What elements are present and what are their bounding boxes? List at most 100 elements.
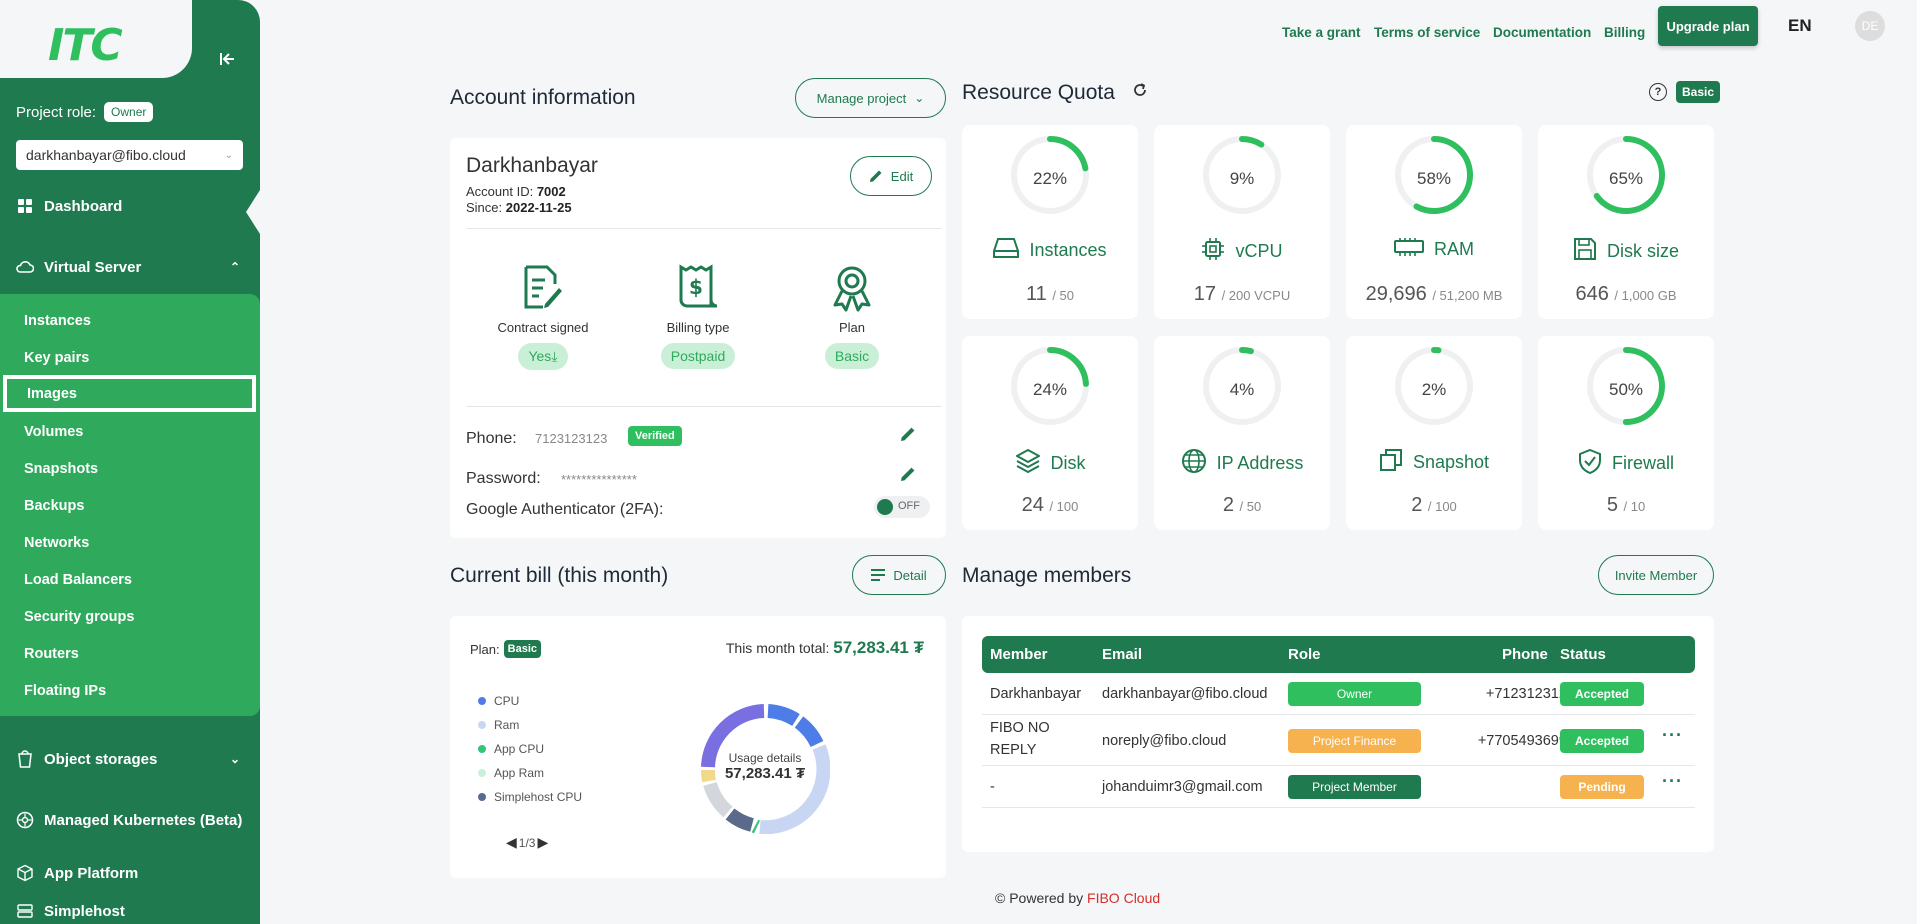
manage-project-button[interactable]: Manage project ⌄	[795, 78, 946, 118]
nav-object-storages[interactable]: Object storages ⌄	[0, 739, 260, 779]
quota-limit: / 10	[1623, 499, 1646, 514]
pager-prev-icon[interactable]: ◀	[506, 834, 517, 851]
chevron-down-icon: ⌄	[914, 91, 925, 105]
sidebar-item-routers[interactable]: Routers	[0, 635, 260, 672]
sidebar-item-floating-ips[interactable]: Floating IPs	[0, 672, 260, 709]
avatar[interactable]: DE	[1855, 11, 1885, 41]
quota-percent: 2%	[1421, 380, 1447, 399]
legend-item[interactable]: App Ram	[478, 766, 544, 780]
edit-password-button[interactable]	[900, 466, 924, 490]
quota-name-label: Firewall	[1611, 453, 1674, 473]
plan-label: Plan	[838, 320, 866, 335]
quota-used: 11	[1025, 283, 1047, 305]
sidebar-item-key-pairs[interactable]: Key pairs	[0, 339, 260, 376]
help-icon[interactable]: ?	[1649, 83, 1667, 101]
topnav-take-grant[interactable]: Take a grant	[1282, 18, 1361, 46]
divider	[466, 228, 942, 229]
upgrade-plan-button[interactable]: Upgrade plan	[1658, 6, 1758, 46]
quota-name: Disk size	[1538, 237, 1714, 266]
col-status: Status	[1560, 646, 1606, 663]
sidebar-item-images[interactable]: Images	[3, 375, 256, 412]
active-indicator	[246, 190, 260, 234]
table-row: -johanduimr3@gmail.comProject Member-Pen…	[982, 766, 1695, 808]
pager-next-icon[interactable]: ▶	[537, 834, 548, 851]
chevron-down-icon: ⌄	[229, 752, 240, 766]
account-id-value: 7002	[536, 184, 566, 199]
quota-name: IP Address	[1154, 448, 1330, 479]
refresh-quota-button[interactable]	[1132, 82, 1152, 102]
quota-card-instances[interactable]: 22% Instances 11 / 50	[962, 125, 1138, 319]
collapse-sidebar-button[interactable]	[212, 44, 242, 74]
quota-limit: / 100	[1427, 499, 1457, 514]
nav-virtual-server[interactable]: Virtual Server ⌃	[0, 247, 260, 287]
footer-prefix: © Powered by	[995, 890, 1084, 906]
twofa-toggle[interactable]: OFF	[874, 496, 930, 518]
legend-dot	[478, 793, 486, 801]
status-badge: Accepted	[1560, 682, 1644, 706]
brand-logo[interactable]: ITC	[48, 20, 123, 71]
bill-plan-badge: Basic	[503, 640, 541, 658]
contract-signed-pill[interactable]: Yes⤓	[518, 343, 568, 370]
edit-account-button[interactable]: Edit	[850, 156, 932, 196]
sidebar-item-volumes[interactable]: Volumes	[0, 413, 260, 450]
quota-name-label: IP Address	[1216, 453, 1304, 473]
donut-segment	[767, 704, 800, 727]
quota-used: 2	[1222, 494, 1234, 516]
quota-name: Instances	[962, 237, 1138, 264]
nav-virtual-server-label: Virtual Server	[44, 258, 142, 276]
legend-item[interactable]: App CPU	[478, 742, 544, 756]
memory-icon	[1394, 237, 1424, 262]
sidebar-item-security-groups[interactable]: Security groups	[0, 598, 260, 635]
edit-phone-button[interactable]	[900, 426, 924, 450]
topnav-terms[interactable]: Terms of service	[1374, 18, 1480, 46]
more-options-icon[interactable]: ···	[1662, 771, 1683, 792]
member-email: noreply@fibo.cloud	[1102, 732, 1227, 749]
pencil-icon	[901, 467, 915, 481]
quota-card-disk[interactable]: 24% Disk 24 / 100	[962, 336, 1138, 530]
nav-simplehost[interactable]: Simplehost	[0, 903, 260, 924]
quota-card-ip-address[interactable]: 4% IP Address 2 / 50	[1154, 336, 1330, 530]
topnav-documentation[interactable]: Documentation	[1493, 18, 1591, 46]
nav-app-platform[interactable]: App Platform	[0, 853, 260, 893]
quota-usage: 29,696 / 51,200 MB	[1346, 283, 1522, 306]
sidebar-item-snapshots[interactable]: Snapshots	[0, 450, 260, 487]
quota-card-vcpu[interactable]: 9% vCPU 17 / 200 VCPU	[1154, 125, 1330, 319]
kubernetes-icon	[16, 811, 34, 829]
quota-name: Disk	[962, 448, 1138, 479]
quota-name: RAM	[1346, 237, 1522, 262]
account-name: Darkhanbayar	[466, 154, 598, 177]
legend-dot	[478, 697, 486, 705]
usage-donut[interactable]: Usage details 57,283.41 ₮	[700, 704, 830, 834]
legend-dot	[478, 721, 486, 729]
legend-item[interactable]: CPU	[478, 694, 519, 708]
account-select[interactable]: darkhanbayar@fibo.cloud ⌄	[16, 140, 243, 170]
donut-segment	[794, 716, 824, 748]
nav-dashboard[interactable]: Dashboard	[0, 186, 260, 226]
legend-item[interactable]: Ram	[478, 718, 519, 732]
more-options-icon[interactable]: ···	[1662, 725, 1683, 746]
toggle-knob	[877, 499, 893, 515]
plan-value: Basic	[824, 343, 880, 369]
bill-detail-button[interactable]: Detail	[852, 555, 946, 595]
quota-card-disk-size[interactable]: 65% Disk size 646 / 1,000 GB	[1538, 125, 1714, 319]
sidebar-item-instances[interactable]: Instances	[0, 302, 260, 339]
billing-type-label: Billing type	[666, 320, 730, 335]
quota-card-snapshot[interactable]: 2% Snapshot 2 / 100	[1346, 336, 1522, 530]
quota-card-ram[interactable]: 58% RAM 29,696 / 51,200 MB	[1346, 125, 1522, 319]
quota-limit: / 50	[1052, 288, 1074, 303]
topnav-billing[interactable]: Billing	[1604, 18, 1645, 46]
nav-managed-kubernetes[interactable]: Managed Kubernetes (Beta)	[0, 800, 260, 840]
footer-brand-link[interactable]: FIBO Cloud	[1087, 890, 1160, 906]
quota-card-firewall[interactable]: 50% Firewall 5 / 10	[1538, 336, 1714, 530]
sidebar-item-load-balancers[interactable]: Load Balancers	[0, 561, 260, 598]
quota-usage: 11 / 50	[962, 283, 1138, 306]
quota-name-label: Disk	[1050, 453, 1086, 473]
quota-limit: / 100	[1049, 499, 1079, 514]
invite-member-button[interactable]: Invite Member	[1598, 555, 1714, 595]
phone-value: 7123123123	[535, 431, 608, 446]
floppy-disk-icon	[1573, 237, 1597, 266]
language-switcher[interactable]: EN	[1788, 16, 1812, 36]
sidebar-item-backups[interactable]: Backups	[0, 487, 260, 524]
legend-item[interactable]: Simplehost CPU	[478, 790, 582, 804]
sidebar-item-networks[interactable]: Networks	[0, 524, 260, 561]
